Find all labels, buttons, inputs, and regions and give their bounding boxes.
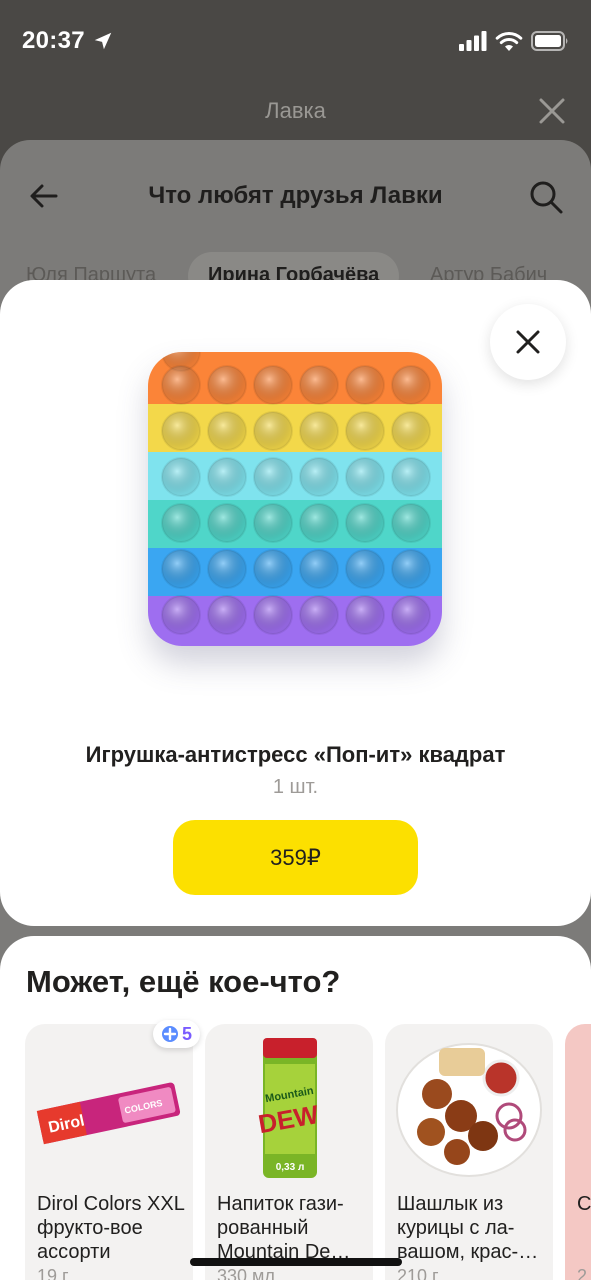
shashlik-plate-image bbox=[396, 1043, 542, 1177]
product-card: Игрушка-антистресс «Поп-ит» квадрат 1 шт… bbox=[0, 280, 591, 926]
dirol-gum-image: Dirol COLORS bbox=[36, 1082, 181, 1145]
status-time: 20:37 bbox=[22, 27, 85, 54]
svg-text:0,33 л: 0,33 л bbox=[276, 1162, 305, 1173]
product-tile-weight: 210 г bbox=[397, 1266, 439, 1280]
mountain-dew-can-image: Mountain DEW 0,33 л bbox=[256, 1038, 321, 1178]
close-icon[interactable] bbox=[537, 96, 567, 126]
product-tile-name: Dirol Colors XXL фрукто-вое ассорти bbox=[37, 1193, 185, 1263]
product-tile[interactable]: Шашлык из курицы с ла-вашом, крас-… 210 … bbox=[385, 1024, 553, 1280]
product-tile-weight: 19 г bbox=[37, 1266, 69, 1280]
app-title: Лавка bbox=[265, 98, 326, 123]
background-title: Что любят друзья Лавки bbox=[148, 182, 443, 209]
status-bar: 20:37 bbox=[0, 0, 591, 82]
product-image bbox=[148, 352, 442, 646]
search-icon[interactable] bbox=[527, 178, 565, 216]
product-name: Игрушка-антистресс «Поп-ит» квадрат bbox=[85, 742, 506, 767]
background-nav-bar: Что любят друзья Лавки bbox=[0, 140, 591, 250]
battery-icon bbox=[531, 31, 568, 51]
recommendations-section: Может, ещё кое-что? Dirol COLORS Dirol C… bbox=[0, 936, 591, 1280]
product-tile[interactable]: Mountain DEW 0,33 л Напиток гази-рованны… bbox=[205, 1024, 373, 1280]
product-tile-name: Напиток гази-рованный Mountain De… bbox=[217, 1193, 351, 1263]
home-indicator bbox=[190, 1258, 402, 1266]
wifi-icon bbox=[495, 31, 523, 51]
bonus-badge: 5 bbox=[153, 1020, 201, 1048]
product-tile-weight: 2 bbox=[577, 1266, 588, 1280]
add-to-cart-button[interactable]: 359₽ bbox=[173, 820, 418, 895]
product-tile[interactable]: Dirol COLORS Dirol Colors XXL фрукто-вое… bbox=[25, 1024, 193, 1280]
bonus-value: 5 bbox=[182, 1023, 193, 1044]
product-quantity: 1 шт. bbox=[272, 776, 319, 798]
product-tile[interactable]: С ф с 2 bbox=[565, 1024, 591, 1280]
product-tile-name: Шашлык из курицы с ла-вашом, крас-… bbox=[397, 1193, 539, 1263]
recommendations-title: Может, ещё кое-что? bbox=[26, 964, 341, 999]
close-button[interactable] bbox=[490, 304, 566, 380]
product-tile-weight: 330 мл bbox=[217, 1266, 275, 1280]
location-arrow-icon bbox=[94, 32, 112, 50]
plus-bonus-icon bbox=[162, 1026, 178, 1042]
app-header: Лавка bbox=[0, 82, 591, 142]
cellular-signal-icon bbox=[459, 31, 487, 51]
price-label: 359₽ bbox=[270, 844, 321, 870]
close-icon bbox=[516, 330, 540, 354]
status-indicators bbox=[459, 30, 569, 52]
product-tile-name: С ф с bbox=[577, 1193, 591, 1215]
